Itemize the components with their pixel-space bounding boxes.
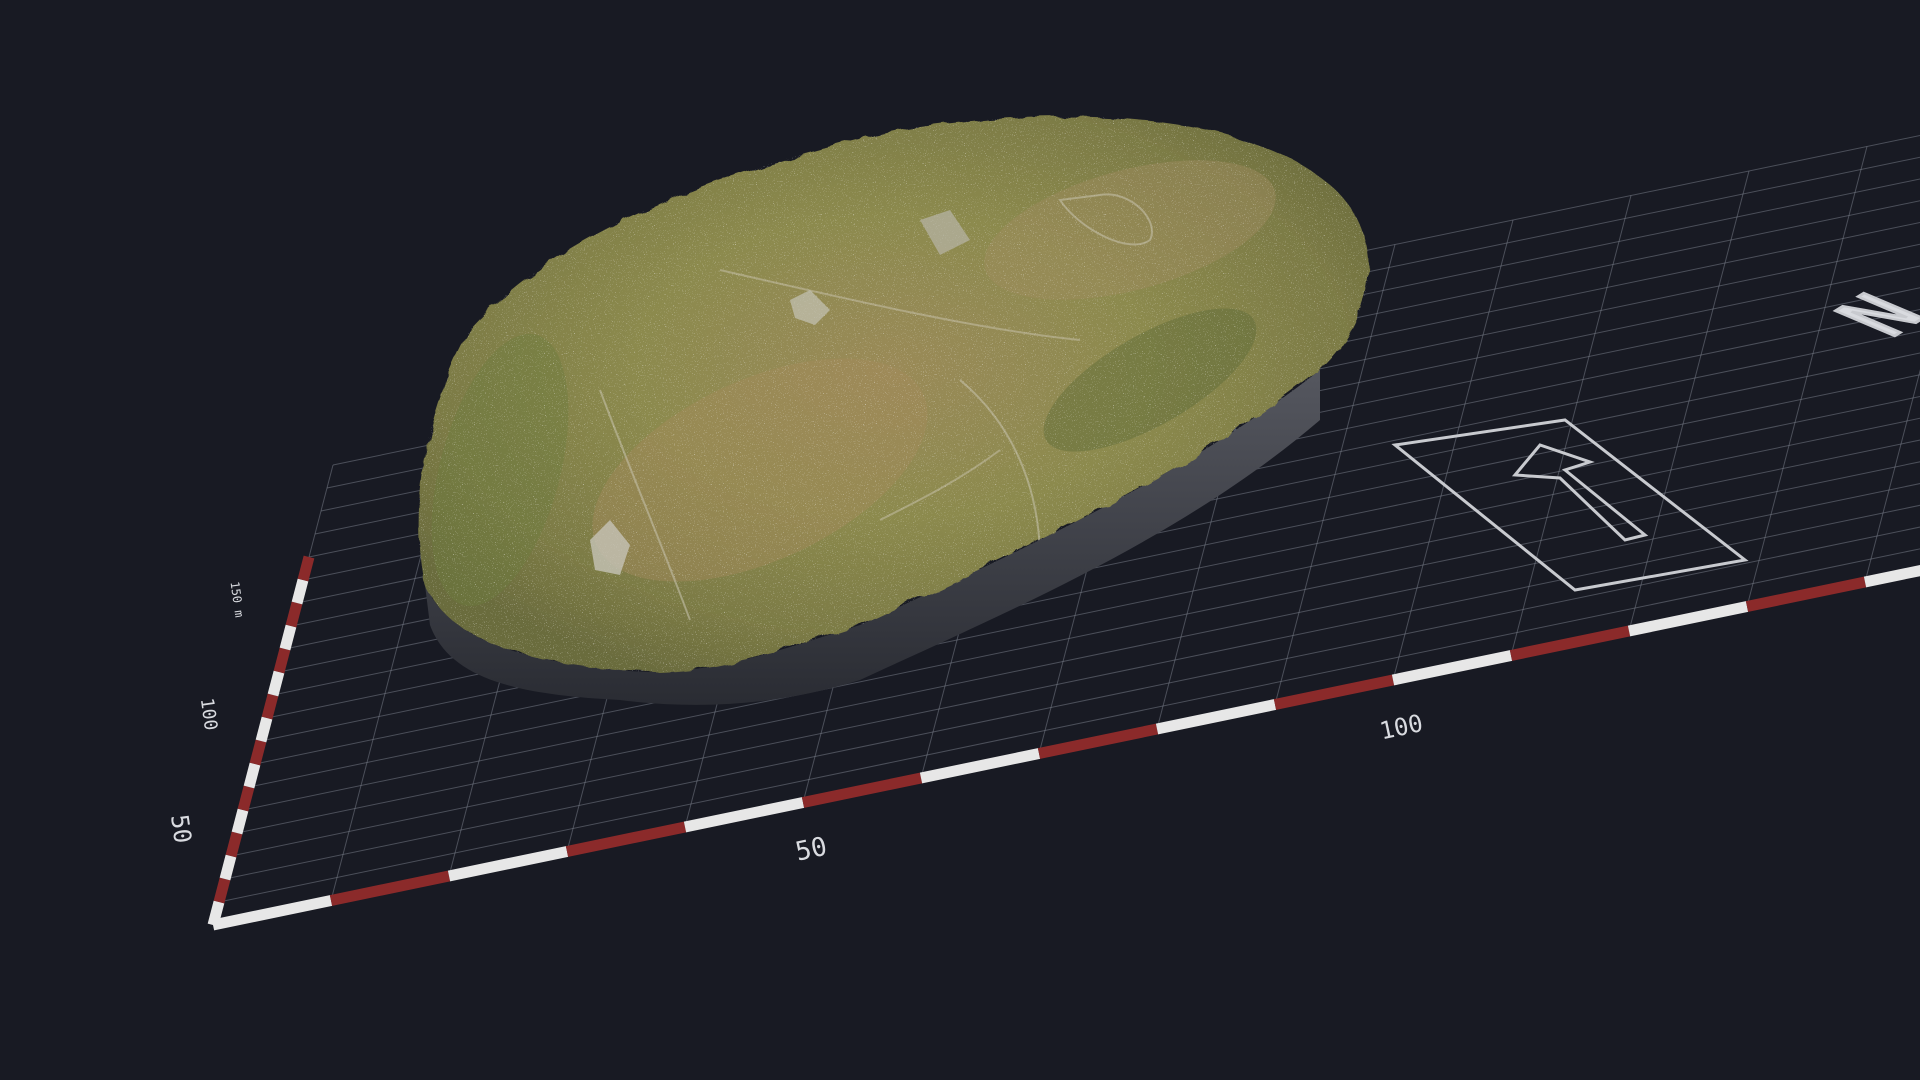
scale-bar-segment <box>285 601 303 628</box>
scale-bar-segment <box>1509 625 1631 661</box>
scale-bar-segment <box>1863 564 1920 588</box>
scale-bar-segment <box>213 877 231 904</box>
scale-bar-segment <box>1037 723 1159 759</box>
scale-bar-segment <box>1745 576 1867 612</box>
scale-bar-segment <box>279 624 297 651</box>
scale-label: 150 m <box>228 581 247 619</box>
north-letter: N <box>1815 284 1920 347</box>
scale-bar-segment <box>1273 674 1395 710</box>
scale-label: 50 <box>793 832 830 868</box>
scale-bar-segment <box>261 693 279 720</box>
scale-bar-segment <box>291 578 309 605</box>
scale-bar-segment <box>225 831 243 858</box>
scale-label: 100 <box>1377 709 1425 745</box>
scale-bar-segment <box>919 748 1041 784</box>
scale-bar-segment <box>231 808 249 835</box>
scale-label: 100 <box>196 697 221 732</box>
scale-bar-segment <box>255 716 273 743</box>
scale-bar-segment <box>801 772 923 808</box>
scale-bar-segment <box>329 870 451 906</box>
scale-bar-segment <box>1391 650 1513 686</box>
scale-bar-segment <box>219 854 237 881</box>
north-arrow-frame <box>1391 418 1749 592</box>
scale-bar-segment <box>1627 601 1749 637</box>
3d-viewport[interactable]: 50 100 150 m 50 100 150 m N <box>0 0 1920 1080</box>
grid-line-x <box>1864 369 1920 583</box>
scale-bar-segment <box>273 647 291 674</box>
scene-canvas[interactable]: 50 100 150 m 50 100 150 m N <box>0 0 1920 1080</box>
scale-bar-segment <box>211 895 333 931</box>
scale-bar-segment <box>297 555 315 582</box>
scale-bar-segment <box>565 821 687 857</box>
north-arrow-icon: N <box>1391 282 1920 592</box>
scale-bar-segment <box>207 900 225 927</box>
scale-bar-y: 50 100 150 m <box>165 555 315 927</box>
scale-bar-segment <box>249 739 267 766</box>
scale-bar-segment <box>447 846 569 882</box>
scale-bar-segment <box>243 762 261 789</box>
scale-bar-segment <box>683 797 805 833</box>
scale-label: 50 <box>165 813 197 846</box>
terrain-model[interactable] <box>400 100 1400 705</box>
scale-bar-segment <box>237 785 255 812</box>
north-arrow-head <box>1511 443 1649 542</box>
scale-bar-segment <box>267 670 285 697</box>
scale-bar-segment <box>1155 699 1277 735</box>
